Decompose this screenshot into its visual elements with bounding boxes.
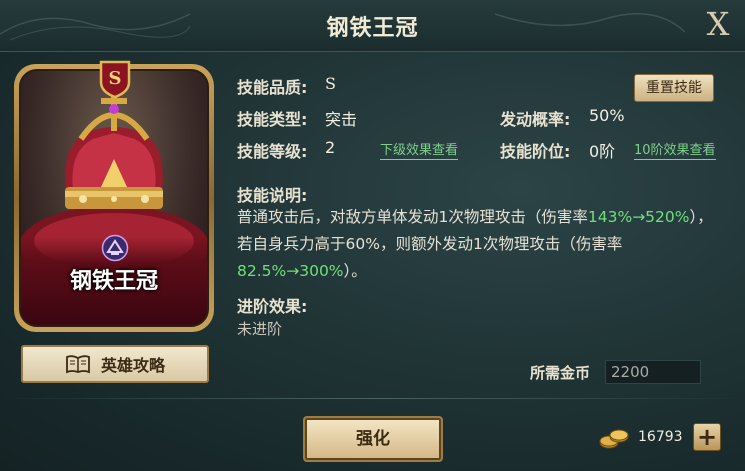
- rank10-effect-link[interactable]: 10阶效果查看: [634, 139, 716, 160]
- skill-rank-value: 0阶: [589, 142, 616, 161]
- description-text-1: 普通攻击后，对敌方单体发动1次物理攻击（伤害率: [237, 208, 588, 226]
- description-text-3: ）。: [343, 262, 367, 280]
- damage-rate-highlight-1: 143%→520%: [587, 208, 690, 226]
- advance-effect-value: 未进阶: [237, 320, 283, 338]
- title-bar: 钢铁王冠 X: [0, 0, 745, 52]
- divider: [0, 398, 745, 399]
- skill-quality-label: 技能品质:: [237, 78, 308, 97]
- skill-description-text: 普通攻击后，对敌方单体发动1次物理攻击（伤害率143%→520%），若自身兵力高…: [237, 204, 717, 285]
- add-gold-button[interactable]: +: [693, 423, 721, 451]
- upgrade-button[interactable]: 强化: [303, 416, 443, 462]
- gold-coins-icon: [599, 429, 629, 449]
- grade-letter: S: [109, 68, 122, 89]
- hero-guide-label: 英雄攻略: [100, 356, 165, 375]
- reset-skill-button[interactable]: 重置技能: [634, 74, 714, 102]
- advance-effect-heading: 进阶效果:: [237, 297, 308, 316]
- hero-guide-button[interactable]: 英雄攻略: [21, 345, 209, 383]
- skill-level-label: 技能等级:: [237, 142, 308, 161]
- required-gold-value: 2200: [605, 360, 701, 384]
- gold-balance: 16793: [638, 429, 683, 445]
- card-name: 钢铁王冠: [69, 269, 158, 294]
- skill-description-heading: 技能说明:: [237, 186, 308, 205]
- faction-emblem-icon: [101, 234, 129, 262]
- close-button[interactable]: X: [701, 6, 735, 42]
- skill-type-label: 技能类型:: [237, 110, 308, 129]
- lower-level-effect-link[interactable]: 下级效果查看: [380, 139, 459, 160]
- trigger-rate-label: 发动概率:: [500, 110, 571, 129]
- page-title: 钢铁王冠: [326, 16, 419, 41]
- trigger-rate-value: 50%: [589, 106, 625, 125]
- book-icon: [66, 355, 90, 374]
- skill-type-value: 突击: [325, 110, 358, 129]
- damage-rate-highlight-2: 82.5%→300%: [237, 262, 344, 280]
- skill-rank-label: 技能阶位:: [500, 142, 571, 161]
- skill-level-value: 2: [325, 138, 336, 157]
- required-gold-label: 所需金币: [530, 364, 591, 382]
- skill-card: 钢铁王冠: [14, 64, 214, 332]
- grade-badge-icon: S: [99, 60, 131, 98]
- skill-card-frame: 钢铁王冠: [19, 69, 209, 327]
- skill-quality-value: S: [325, 74, 336, 93]
